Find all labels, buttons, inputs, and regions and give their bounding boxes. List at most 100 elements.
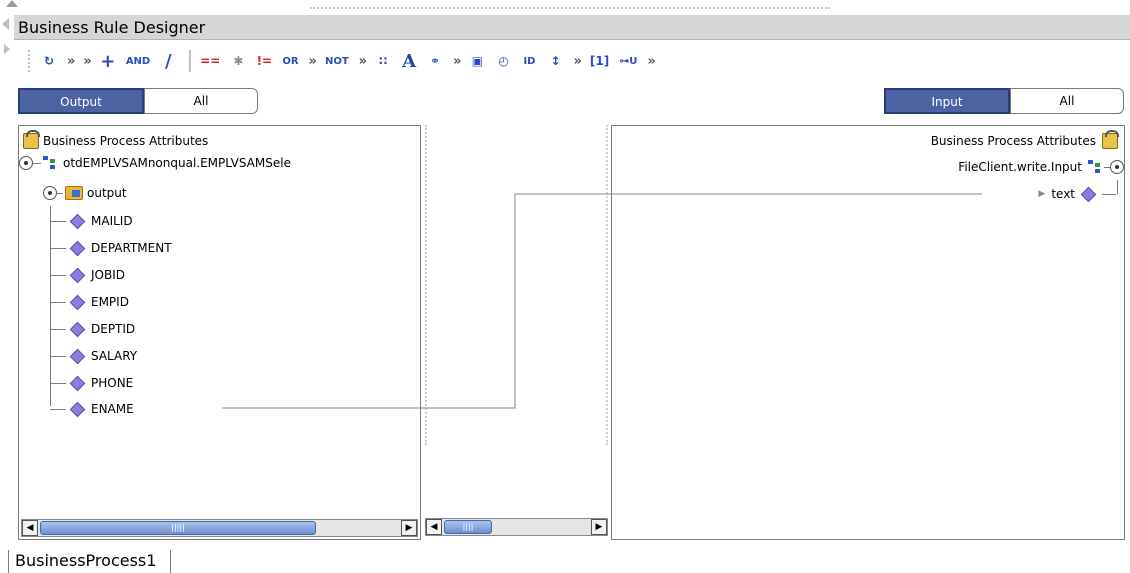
canvas-left-guide	[425, 125, 427, 445]
mapping-canvas[interactable]: ◀ |||| ▶	[425, 125, 608, 540]
chevron-more-icon[interactable]: »	[450, 49, 464, 73]
field-label: EMPID	[91, 295, 129, 309]
tree-node-row[interactable]: otdEMPLVSAMnonqual.EMPLVSAMSele	[19, 152, 291, 174]
tree-connector	[50, 274, 66, 276]
field-diamond-icon	[69, 401, 86, 417]
output-tree-panel: Business Process Attributes otdEMPLVSAMn…	[18, 125, 421, 540]
status-bar: BusinessProcess1	[0, 546, 1130, 573]
expand-pin-icon[interactable]	[43, 186, 57, 200]
scroll-thumb[interactable]: |||||	[40, 521, 316, 535]
right-tree-node-label: FileClient.write.Input	[958, 160, 1082, 174]
scroll-right-icon[interactable]: ▶	[591, 519, 607, 535]
field-diamond-icon	[69, 213, 86, 229]
side-expand-marker[interactable]	[0, 14, 12, 54]
not-operator-button[interactable]: NOT	[322, 49, 352, 73]
scroll-left-icon[interactable]: ◀	[426, 519, 442, 535]
folder-icon	[65, 186, 83, 200]
uri-icon[interactable]: ⊶U	[616, 49, 640, 73]
field-label: JOBID	[91, 268, 125, 282]
scroll-thumb[interactable]: ||||	[444, 520, 492, 534]
field-row[interactable]: JOBID	[50, 264, 125, 286]
field-row[interactable]: PHONE	[50, 372, 133, 394]
field-label: ENAME	[91, 402, 134, 416]
field-label: PHONE	[91, 376, 134, 390]
field-row[interactable]: DEPTID	[50, 318, 135, 340]
chevron-more-icon[interactable]: »	[570, 49, 584, 73]
toolbar: ↻ » » + AND / == ✱ != OR » NOT » ∷ A ⚭ »…	[14, 41, 1130, 81]
middle-horizontal-scrollbar[interactable]: ◀ |||| ▶	[425, 518, 608, 536]
toolbar-separator	[189, 50, 192, 72]
scroll-left-icon[interactable]: ◀	[22, 520, 38, 536]
drag-grip[interactable]	[310, 7, 830, 9]
input-all-button[interactable]: All	[1010, 88, 1124, 114]
index-icon[interactable]: [1]	[587, 49, 612, 73]
equals-operator-button[interactable]: ==	[197, 49, 223, 73]
chevron-more-icon[interactable]: »	[644, 49, 658, 73]
id-icon[interactable]: ID	[518, 49, 540, 73]
chevron-more-icon[interactable]: »	[64, 49, 78, 73]
field-diamond-icon	[69, 375, 86, 391]
tree-root-label: Business Process Attributes	[43, 134, 209, 148]
field-diamond-icon	[69, 267, 86, 283]
field-row[interactable]: SALARY	[50, 345, 137, 367]
collapse-up-icon[interactable]	[6, 0, 18, 7]
field-row[interactable]: EMPID	[50, 291, 129, 313]
tree-vertical-connector	[1117, 180, 1118, 194]
link-icon[interactable]: ⚭	[424, 49, 446, 73]
toolbar-grip[interactable]	[28, 50, 34, 72]
tree-connector	[50, 355, 66, 357]
clock-icon[interactable]: ◴	[492, 49, 514, 73]
not-equals-operator-button[interactable]: !=	[253, 49, 275, 73]
field-label: SALARY	[91, 349, 138, 363]
output-all-button[interactable]: All	[144, 88, 258, 114]
right-field-label: text	[1051, 187, 1075, 201]
text-icon[interactable]: A	[398, 49, 420, 73]
field-diamond-icon	[69, 240, 86, 256]
scroll-right-icon[interactable]: ▶	[401, 520, 417, 536]
output-filter: Output All	[18, 88, 258, 114]
field-row[interactable]: DEPARTMENT	[50, 237, 172, 259]
tree-connector	[50, 328, 66, 330]
add-icon[interactable]: +	[97, 49, 119, 73]
top-grip-strip[interactable]	[0, 0, 1130, 14]
input-toggle-button[interactable]: Input	[884, 88, 1010, 114]
tree-root-row[interactable]: Business Process Attributes	[23, 130, 208, 152]
field-row[interactable]: MAILID	[50, 210, 133, 232]
tree-folder-row[interactable]: output	[43, 182, 127, 204]
field-row[interactable]: ENAME	[50, 398, 134, 420]
field-label: DEPTID	[91, 322, 136, 336]
tree-connector	[50, 301, 66, 303]
multiply-icon[interactable]: ✱	[227, 49, 249, 73]
connector-arrow-icon: ▶	[1038, 189, 1046, 199]
field-diamond-icon	[1080, 186, 1097, 202]
right-field-row[interactable]: ▶ text	[1038, 183, 1116, 205]
chevron-more-icon[interactable]: »	[356, 49, 370, 73]
divide-icon[interactable]: /	[157, 49, 179, 73]
field-label: DEPARTMENT	[91, 241, 172, 255]
chevron-more-icon[interactable]: »	[306, 49, 320, 73]
and-operator-button[interactable]: AND	[123, 49, 153, 73]
doc-icon[interactable]: ▣	[466, 49, 488, 73]
split-icon[interactable]: ↕	[544, 49, 566, 73]
expand-pin-icon[interactable]	[19, 156, 33, 170]
or-operator-button[interactable]: OR	[279, 49, 301, 73]
tree-connector	[50, 220, 66, 222]
field-label: MAILID	[91, 214, 133, 228]
concat-icon[interactable]: ∷	[372, 49, 394, 73]
field-diamond-icon	[69, 348, 86, 364]
input-tree-panel: Business Process Attributes FileClient.w…	[611, 125, 1125, 540]
right-tree-node-row[interactable]: FileClient.write.Input	[954, 156, 1124, 178]
title-bar: Business Rule Designer	[14, 14, 1130, 40]
output-toggle-button[interactable]: Output	[18, 88, 144, 114]
tree-node-label: otdEMPLVSAMnonqual.EMPLVSAMSele	[63, 156, 291, 170]
chevron-more-icon[interactable]: »	[80, 49, 94, 73]
tree-connector	[50, 408, 66, 410]
tree-folder-label: output	[87, 186, 127, 200]
refresh-icon[interactable]: ↻	[38, 49, 60, 73]
canvas-right-guide	[606, 125, 608, 445]
expand-pin-icon[interactable]	[1110, 160, 1124, 174]
business-process-icon	[1102, 130, 1119, 149]
left-horizontal-scrollbar[interactable]: ◀ ||||| ▶	[21, 519, 418, 537]
business-process-tab[interactable]: BusinessProcess1	[8, 550, 172, 573]
right-tree-root-row[interactable]: Business Process Attributes	[927, 130, 1119, 152]
